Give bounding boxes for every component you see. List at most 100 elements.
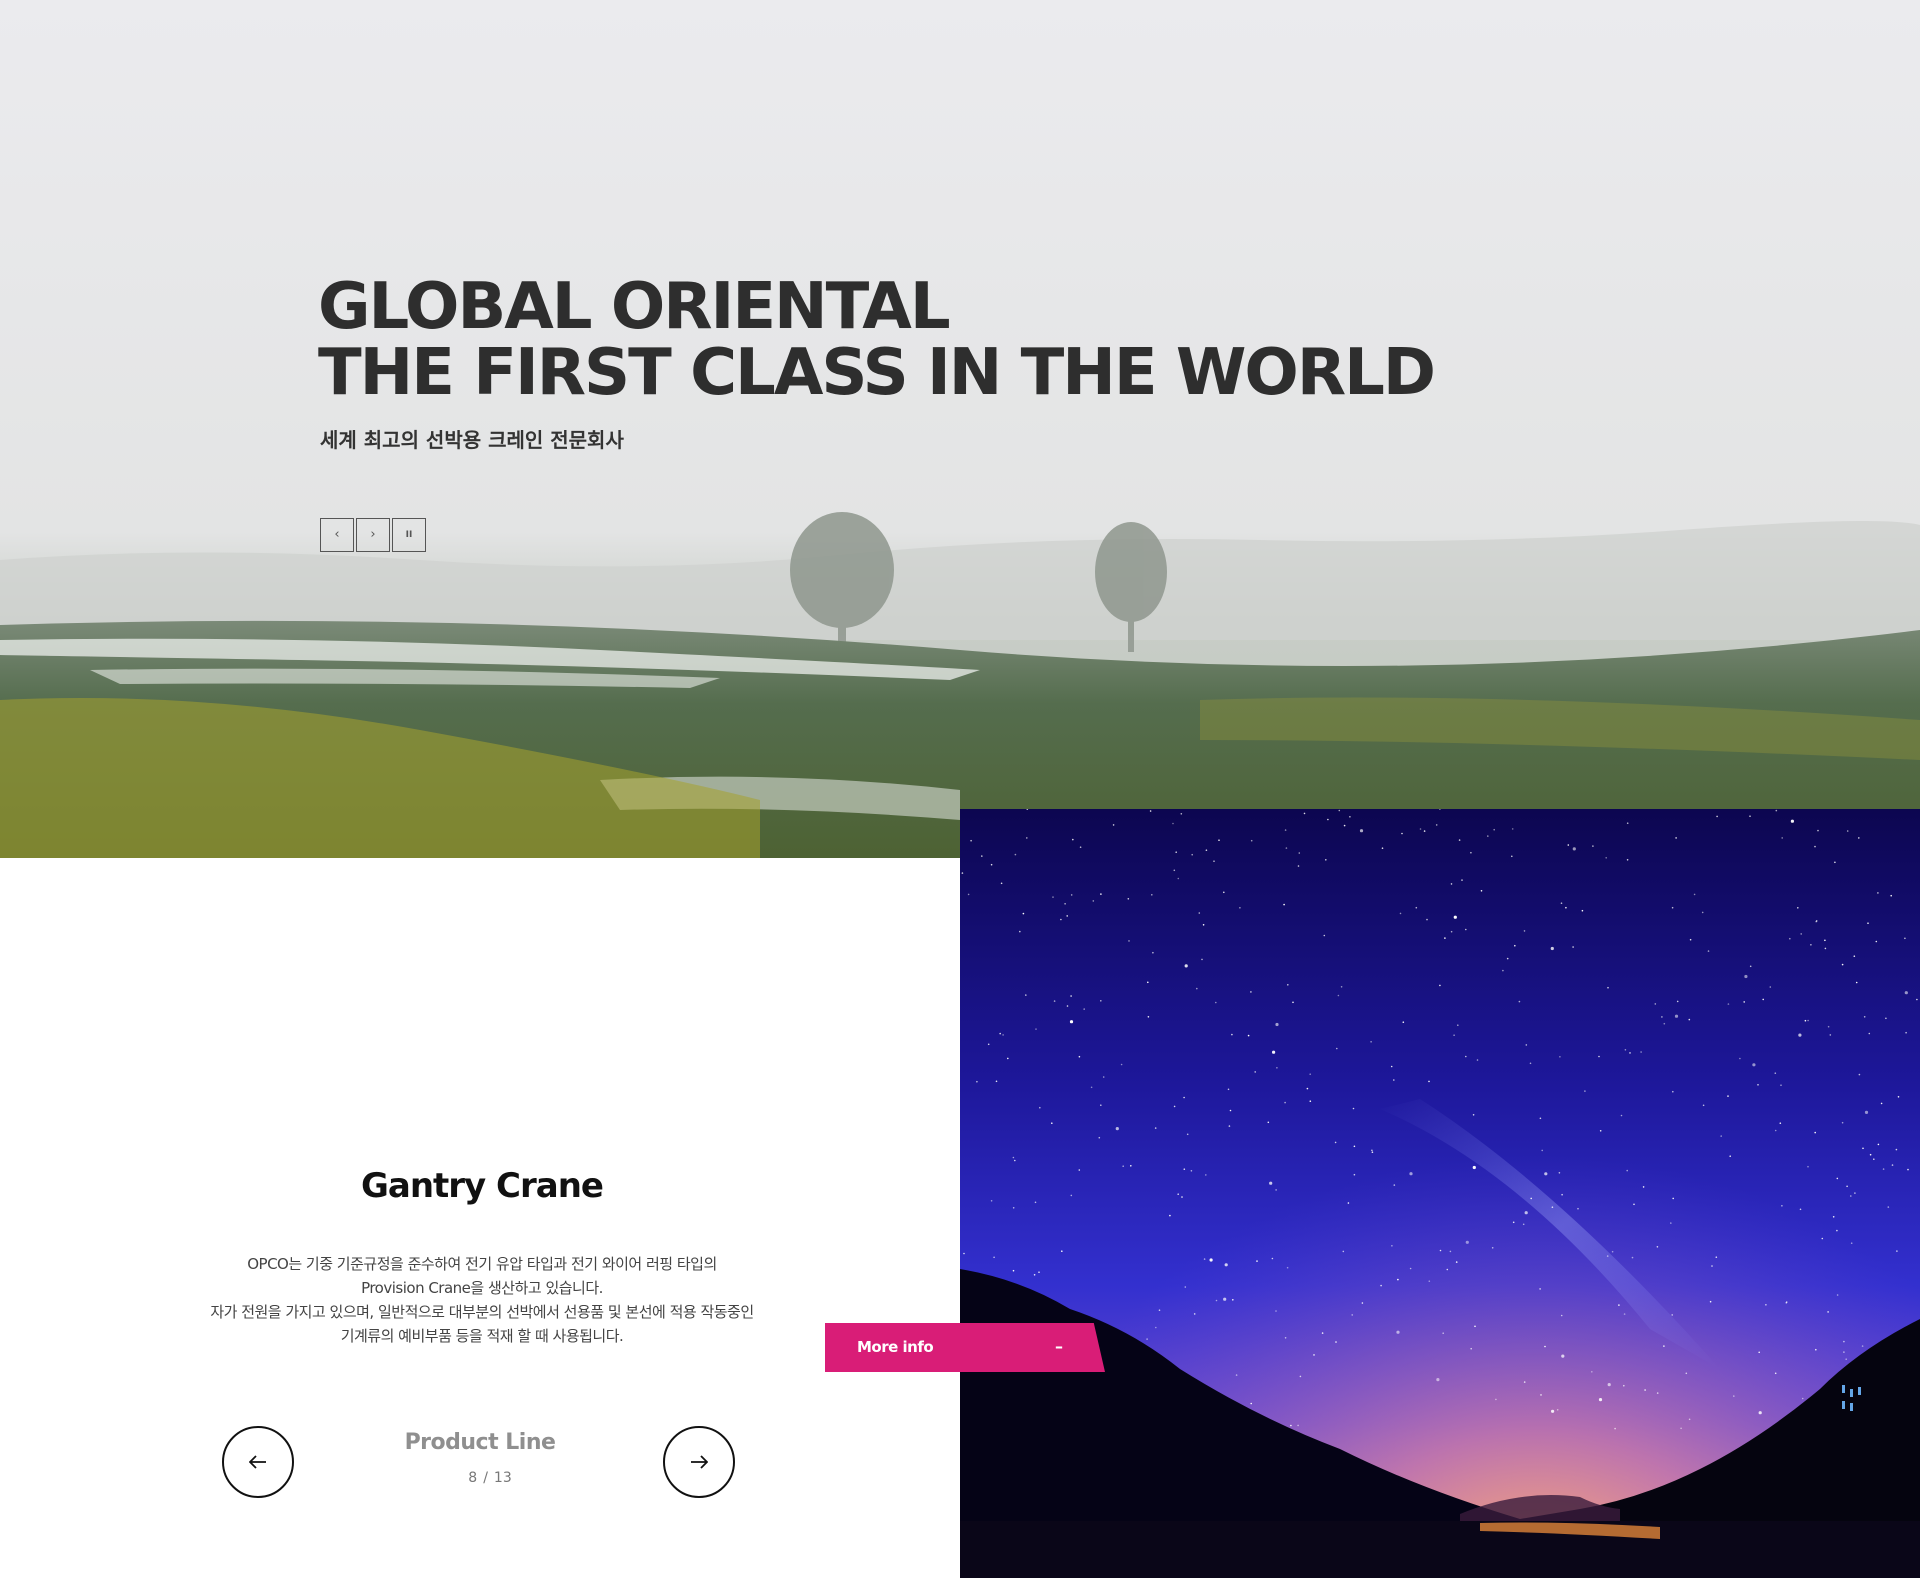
pager-label: Product Line	[404, 1430, 556, 1455]
star	[1702, 1104, 1705, 1107]
star	[1472, 1114, 1475, 1116]
star	[1733, 1395, 1735, 1397]
star	[1506, 957, 1509, 960]
star	[1066, 1005, 1069, 1007]
star	[1834, 861, 1836, 864]
star	[1626, 1169, 1628, 1172]
star	[1205, 1174, 1207, 1176]
star	[1855, 981, 1858, 984]
star	[1836, 1294, 1839, 1296]
star	[1309, 1073, 1311, 1075]
star	[1026, 837, 1028, 839]
star	[1290, 1424, 1292, 1427]
star	[1442, 1332, 1444, 1334]
star	[1079, 846, 1082, 848]
star	[1269, 1181, 1273, 1185]
pager-current: 8	[468, 1470, 478, 1486]
star	[1338, 809, 1341, 812]
star	[1758, 1351, 1760, 1354]
star	[1629, 1052, 1631, 1054]
star	[1727, 1003, 1730, 1005]
hero-section: GLOBAL ORIENTAL THE FIRST CLASS IN THE W…	[0, 0, 1920, 858]
star	[1453, 915, 1457, 919]
star	[1671, 906, 1674, 909]
star	[1130, 1165, 1132, 1167]
star	[1540, 1394, 1542, 1396]
star	[1905, 1031, 1907, 1034]
star	[1843, 1351, 1845, 1353]
star	[1147, 1016, 1150, 1018]
star	[1051, 1122, 1053, 1124]
hero-background-image	[0, 0, 1920, 858]
more-info-button[interactable]: More info –	[825, 1323, 1105, 1372]
star	[1640, 1051, 1642, 1053]
star	[1169, 1214, 1171, 1217]
star	[1605, 857, 1607, 859]
star	[1623, 1313, 1626, 1315]
star	[1022, 912, 1025, 915]
star	[1807, 1019, 1809, 1022]
star	[1284, 1337, 1287, 1339]
star	[1347, 1202, 1350, 1204]
star	[1511, 855, 1513, 858]
star	[1524, 1211, 1528, 1215]
star	[1472, 1165, 1476, 1170]
star	[1349, 816, 1351, 818]
star	[1370, 1041, 1372, 1043]
star	[1618, 1304, 1620, 1306]
star	[1173, 869, 1176, 872]
star	[1286, 1266, 1289, 1269]
star	[1175, 851, 1177, 853]
product-prev-button[interactable]	[222, 1426, 294, 1498]
star	[1275, 1310, 1277, 1312]
slider-next-button[interactable]: ›	[356, 518, 390, 552]
star	[1409, 1172, 1413, 1176]
star	[1066, 915, 1068, 917]
star	[1824, 939, 1826, 942]
star	[1836, 1177, 1839, 1180]
product-panel: Gantry Crane OPCO는 기중 기준규정을 준수하여 전기 유압 타…	[0, 858, 960, 1578]
star	[1361, 1302, 1364, 1304]
star	[1607, 986, 1609, 989]
star	[1025, 994, 1027, 996]
star	[1173, 1105, 1176, 1108]
star	[1309, 1100, 1312, 1102]
arrow-left-icon	[249, 1455, 266, 1469]
star	[1824, 947, 1827, 950]
star	[1904, 937, 1906, 940]
star	[1779, 1122, 1782, 1124]
star	[1272, 1050, 1276, 1054]
star	[1353, 1173, 1356, 1176]
star	[1254, 1071, 1256, 1073]
star	[1868, 1032, 1871, 1035]
star	[1663, 1022, 1666, 1025]
star	[1335, 1341, 1337, 1343]
star	[1439, 984, 1441, 987]
star	[1815, 920, 1818, 922]
slider-pause-button[interactable]: II	[392, 518, 426, 552]
star	[1907, 1168, 1909, 1171]
star	[1890, 894, 1892, 897]
star	[1436, 1378, 1440, 1382]
star	[1827, 1025, 1830, 1028]
star	[1752, 1063, 1756, 1067]
star	[1790, 819, 1794, 823]
star	[1789, 937, 1791, 940]
star	[1070, 1194, 1073, 1197]
star	[1098, 1136, 1101, 1139]
star	[1158, 1309, 1161, 1311]
star	[1620, 1114, 1623, 1117]
star	[1572, 946, 1574, 948]
star	[1070, 894, 1073, 896]
slider-prev-button[interactable]: ‹	[320, 518, 354, 552]
star	[1458, 839, 1461, 841]
star	[1518, 1000, 1521, 1003]
star	[1821, 1237, 1824, 1240]
star	[1680, 1427, 1682, 1430]
star	[1581, 909, 1584, 912]
star	[1083, 1008, 1085, 1010]
star	[1019, 930, 1021, 933]
star	[1275, 1189, 1277, 1191]
star	[1799, 1208, 1802, 1211]
product-next-button[interactable]	[663, 1426, 735, 1498]
